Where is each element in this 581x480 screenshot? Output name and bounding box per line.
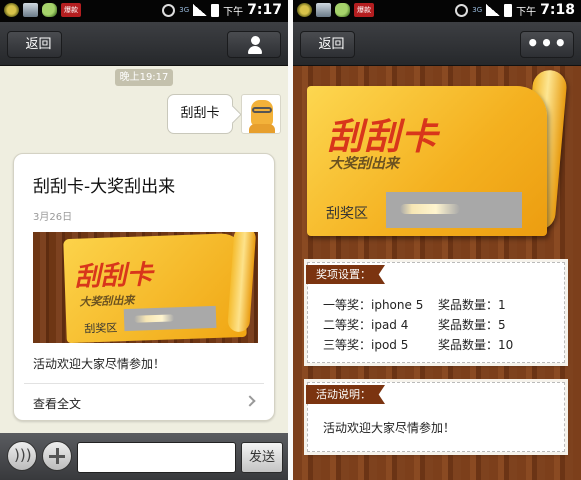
outgoing-message[interactable]: 刮刮卡 xyxy=(167,94,233,134)
chat-app-icon xyxy=(335,3,350,17)
picture-icon xyxy=(23,3,38,17)
status-time: 7:18 xyxy=(540,2,575,18)
ticket-subtitle: 大奖刮出来 xyxy=(329,156,399,172)
network-type: 3G xyxy=(179,5,190,14)
thumbnail-title: 刮刮卡 xyxy=(74,260,154,293)
more-button[interactable]: ••• xyxy=(520,31,574,58)
send-button[interactable]: 发送 xyxy=(241,442,283,473)
chevron-right-icon xyxy=(244,395,256,407)
badge-icon: 爆款 xyxy=(61,3,81,17)
network-type: 3G xyxy=(472,5,483,14)
thumbnail-subtitle: 大奖刮出来 xyxy=(79,293,135,309)
status-bar: 爆款 3G 下午 7:18 xyxy=(293,0,581,22)
thumbnail-scratch-area xyxy=(123,305,217,332)
signal-icon xyxy=(193,4,208,16)
back-label: 返回 xyxy=(25,37,52,52)
news-description: 活动欢迎大家尽情参加！ xyxy=(33,357,166,371)
prize-quantity: 奖品数量：1 xyxy=(438,298,506,312)
read-more-link[interactable]: 查看全文 xyxy=(33,395,81,412)
divider xyxy=(24,383,264,384)
profile-button[interactable] xyxy=(227,31,281,58)
news-image: 刮刮卡 大奖刮出来 刮奖区 xyxy=(33,232,258,343)
news-card[interactable]: 刮刮卡-大奖刮出来 3月26日 刮刮卡 大奖刮出来 刮奖区 活动欢迎大家尽情参加… xyxy=(13,153,275,421)
header-bar: 返回 ••• xyxy=(293,22,581,66)
thumbnail-area-label: 刮奖区 xyxy=(84,321,118,336)
scratch-area-label: 刮奖区 xyxy=(326,206,368,222)
prize-row: 三等奖：ipod 5 奖品数量：10 xyxy=(323,336,513,353)
voice-button[interactable]: ))) xyxy=(7,441,37,471)
time-divider: 晚上19:17 xyxy=(115,69,173,86)
battery-icon xyxy=(211,3,220,17)
plus-icon[interactable] xyxy=(42,441,72,471)
signal-icon xyxy=(486,4,501,16)
message-input[interactable] xyxy=(77,442,236,473)
chat-screen: 爆款 3G 下午 7:17 返回 晚上19:17 刮刮卡 刮刮卡-大奖刮出来 3… xyxy=(0,0,288,480)
person-icon xyxy=(248,36,262,54)
back-button[interactable]: 返回 xyxy=(300,31,355,58)
more-dots-icon: ••• xyxy=(526,31,568,55)
status-time: 7:17 xyxy=(247,2,282,18)
activity-text: 活动欢迎大家尽情参加！ xyxy=(323,421,456,435)
activity-heading: 活动说明： xyxy=(306,385,385,404)
header-bar: 返回 xyxy=(0,22,288,66)
scratch-area[interactable] xyxy=(386,192,522,228)
prize-quantity: 奖品数量：10 xyxy=(438,338,514,352)
avatar[interactable] xyxy=(241,94,281,134)
alarm-icon xyxy=(162,3,176,17)
alarm-icon xyxy=(455,3,469,17)
picture-icon xyxy=(316,3,331,17)
prize-row: 二等奖：ipad 4 奖品数量：5 xyxy=(323,316,506,333)
prize-settings-heading: 奖项设置： xyxy=(306,265,385,284)
prize-name: 一等奖：iphone 5 xyxy=(323,298,424,312)
activity-description-panel: 活动说明： 活动欢迎大家尽情参加！ xyxy=(306,382,565,452)
back-button[interactable]: 返回 xyxy=(7,31,62,58)
status-ampm: 下午 xyxy=(516,6,537,18)
chat-app-icon xyxy=(42,3,57,17)
battery-icon xyxy=(504,3,513,17)
badge-icon: 爆款 xyxy=(354,3,374,17)
status-ampm: 下午 xyxy=(223,6,244,18)
voice-icon: ))) xyxy=(14,446,32,464)
coin-icon xyxy=(297,3,312,17)
prize-quantity: 奖品数量：5 xyxy=(438,318,506,332)
coin-icon xyxy=(4,3,19,17)
news-title: 刮刮卡-大奖刮出来 xyxy=(33,177,176,197)
scratch-card-thumbnail: 刮刮卡 大奖刮出来 刮奖区 xyxy=(63,232,257,343)
news-date: 3月26日 xyxy=(33,212,73,223)
input-bar: ))) 发送 xyxy=(0,433,288,480)
status-bar: 爆款 3G 下午 7:17 xyxy=(0,0,288,22)
scratch-card-screen: 爆款 3G 下午 7:18 返回 ••• 刮刮卡 大奖刮出来 刮奖区 奖项设置：… xyxy=(293,0,581,480)
prize-name: 三等奖：ipod 5 xyxy=(323,338,409,352)
prize-settings-panel: 奖项设置： 一等奖：iphone 5 奖品数量：1 二等奖：ipad 4 奖品数… xyxy=(306,262,565,363)
prize-name: 二等奖：ipad 4 xyxy=(323,318,409,332)
prize-row: 一等奖：iphone 5 奖品数量：1 xyxy=(323,296,506,313)
back-label: 返回 xyxy=(318,37,345,52)
